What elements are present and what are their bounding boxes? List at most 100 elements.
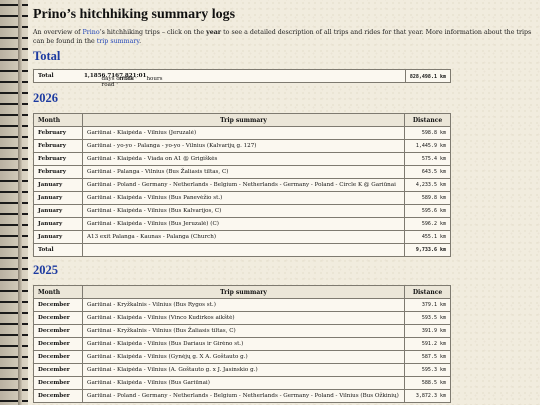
row-summary: Gariūnai - Poland - Germany - Netherland… bbox=[82, 178, 405, 192]
row-summary: Gariūnai - Klaipėda - Vilnius (Bus Daria… bbox=[82, 337, 405, 351]
table-row: December Gariūnai - Klaipėda - Vilnius (V… bbox=[33, 311, 451, 325]
intro-bold-year: year bbox=[206, 29, 222, 36]
row-month: December bbox=[33, 324, 83, 338]
table-row: January Gariūnai - Poland - Germany - Net… bbox=[33, 178, 451, 192]
total-heading: Total bbox=[33, 49, 61, 63]
page-title: Prino’s hitchhiking summary logs bbox=[33, 7, 236, 22]
row-distance: 3,872.3 km bbox=[404, 389, 451, 403]
table-row: December Gariūnai - Kryžkalnis - Vilnius … bbox=[33, 324, 451, 338]
row-month: January bbox=[33, 178, 83, 192]
table-row: December Gariūnai - Klaipėda - Vilnius (G… bbox=[33, 350, 451, 364]
row-month: February bbox=[33, 165, 83, 179]
row-month: December bbox=[33, 389, 83, 403]
row-month: January bbox=[33, 230, 83, 244]
row-distance: 379.1 km bbox=[404, 298, 451, 312]
table-row: February Gariūnai - yo-yo - Palanga - yo-… bbox=[33, 139, 451, 153]
total-hours-text: hours bbox=[146, 76, 163, 82]
row-distance: 591.2 km bbox=[404, 337, 451, 351]
row-summary: Gariūnai - Kryžkalnis - Vilnius (Bus Žal… bbox=[82, 324, 405, 338]
row-distance: 596.2 km bbox=[404, 217, 451, 231]
table-row: February Gariūnai - Klaipėda - Vilnius (J… bbox=[33, 126, 451, 140]
col-month: Month bbox=[33, 113, 83, 127]
table-2026-header: Month Trip summary Distance bbox=[33, 113, 451, 127]
row-distance: 595.6 km bbox=[404, 204, 451, 218]
row-summary: Gariūnai - Klaipėda - Vilnius (Bus Jeruz… bbox=[82, 217, 405, 231]
total-summary-box: Total 1,185 days on the road · 6,716 rid… bbox=[33, 69, 451, 88]
year-2026-link[interactable]: 2026 bbox=[33, 91, 58, 106]
col-summary: Trip summary bbox=[82, 285, 405, 299]
row-month: January bbox=[33, 217, 83, 231]
total-summary: 1,185 days on the road · 6,716 rides · 7… bbox=[84, 73, 163, 88]
row-month: December bbox=[33, 337, 83, 351]
intro-text-1: An overview of bbox=[33, 29, 83, 36]
trip-summary-link[interactable]: trip summary bbox=[97, 38, 139, 45]
row-distance: 1,445.9 km bbox=[404, 139, 451, 153]
row-summary: Gariūnai - yo-yo - Palanga - yo-yo - Vil… bbox=[82, 139, 405, 153]
row-month: December bbox=[33, 376, 83, 390]
prino-link[interactable]: Prino bbox=[83, 29, 100, 36]
row-distance: 455.1 km bbox=[404, 230, 451, 244]
intro-text-2: ’s hitchhiking trips – click on the bbox=[99, 29, 207, 36]
table-row: January Gariūnai - Klaipėda - Vilnius (Bu… bbox=[33, 204, 451, 218]
row-distance: 643.5 km bbox=[404, 165, 451, 179]
row-distance: 598.8 km bbox=[404, 126, 451, 140]
table-row: January Gariūnai - Klaipėda - Vilnius (Bu… bbox=[33, 191, 451, 205]
row-month: January bbox=[33, 204, 83, 218]
row-summary: Gariūnai - Palanga - Vilnius (Bus Žalias… bbox=[82, 165, 405, 179]
row-month: December bbox=[33, 311, 83, 325]
row-distance: 587.5 km bbox=[404, 350, 451, 364]
col-distance: Distance bbox=[404, 285, 451, 299]
table-row: December Gariūnai - Klaipėda - Vilnius (A… bbox=[33, 363, 451, 377]
intro-paragraph: An overview of Prino’s hitchhiking trips… bbox=[33, 29, 533, 46]
year-2025-link[interactable]: 2025 bbox=[33, 263, 58, 278]
row-summary: Gariūnai - Poland - Germany - Netherland… bbox=[82, 389, 405, 403]
row-summary: Gariūnai - Klaipėda - Viada on A1 @ Grig… bbox=[82, 152, 405, 166]
row-summary: Gariūnai - Klaipėda - Vilnius (Bus Panev… bbox=[82, 191, 405, 205]
row-summary: Gariūnai - Klaipėda - Vilnius (Jeruzalė) bbox=[82, 126, 405, 140]
table-row: January A13 exit Palanga - Kaunas - Palan… bbox=[33, 230, 451, 244]
row-month: February bbox=[33, 139, 83, 153]
table-2026: Month Trip summary Distance February Gari… bbox=[33, 113, 451, 257]
row-summary: Gariūnai - Klaipėda - Vilnius (Bus Kalva… bbox=[82, 204, 405, 218]
col-distance: Distance bbox=[404, 113, 451, 127]
table-row: February Gariūnai - Palanga - Vilnius (Bu… bbox=[33, 165, 451, 179]
total-label: Total bbox=[38, 73, 54, 79]
total-days: 1,185 bbox=[84, 73, 102, 79]
table-row: December Gariūnai - Poland - Germany - Ne… bbox=[33, 389, 451, 403]
table-total-row: Total 9,733.6 km bbox=[33, 243, 451, 257]
table-row: January Gariūnai - Klaipėda - Vilnius (Bu… bbox=[33, 217, 451, 231]
row-month: December bbox=[33, 363, 83, 377]
main-content: Prino’s hitchhiking summary logs An over… bbox=[33, 0, 533, 403]
table-2025: Month Trip summary Distance December Gari… bbox=[33, 285, 451, 403]
row-distance: 588.5 km bbox=[404, 376, 451, 390]
total-row-distance: 9,733.6 km bbox=[404, 243, 451, 257]
row-summary: A13 exit Palanga - Kaunas - Palanga (Chu… bbox=[82, 230, 405, 244]
row-month: February bbox=[33, 126, 83, 140]
row-summary: Gariūnai - Kryžkalnis - Vilnius (Bus Ryg… bbox=[82, 298, 405, 312]
row-distance: 595.3 km bbox=[404, 363, 451, 377]
row-distance: 589.8 km bbox=[404, 191, 451, 205]
total-rides-text: rides · bbox=[119, 76, 137, 82]
table-row: December Gariūnai - Klaipėda - Vilnius (B… bbox=[33, 376, 451, 390]
total-row-label: Total bbox=[33, 243, 83, 257]
row-distance: 4,233.5 km bbox=[404, 178, 451, 192]
col-month: Month bbox=[33, 285, 83, 299]
row-summary: Gariūnai - Klaipėda - Vilnius (Gynėjų g.… bbox=[82, 350, 405, 364]
row-month: December bbox=[33, 350, 83, 364]
row-summary: Gariūnai - Klaipėda - Vilnius (A. Goštau… bbox=[82, 363, 405, 377]
row-summary: Gariūnai - Klaipėda - Vilnius (Vinco Kud… bbox=[82, 311, 405, 325]
row-distance: 593.5 km bbox=[404, 311, 451, 325]
row-month: January bbox=[33, 191, 83, 205]
table-row: December Gariūnai - Kryžkalnis - Vilnius … bbox=[33, 298, 451, 312]
col-summary: Trip summary bbox=[82, 113, 405, 127]
intro-text-4: . bbox=[139, 37, 142, 45]
spiral-binding bbox=[0, 0, 28, 405]
total-row-empty bbox=[82, 243, 405, 257]
total-distance: 828,498.1 km bbox=[409, 73, 446, 80]
row-summary: Gariūnai - Klaipėda - Vilnius (Bus Gariū… bbox=[82, 376, 405, 390]
table-2025-header: Month Trip summary Distance bbox=[33, 285, 451, 299]
row-distance: 575.4 km bbox=[404, 152, 451, 166]
table-row: December Gariūnai - Klaipėda - Vilnius (B… bbox=[33, 337, 451, 351]
table-row: February Gariūnai - Klaipėda - Viada on A… bbox=[33, 152, 451, 166]
row-month: December bbox=[33, 298, 83, 312]
